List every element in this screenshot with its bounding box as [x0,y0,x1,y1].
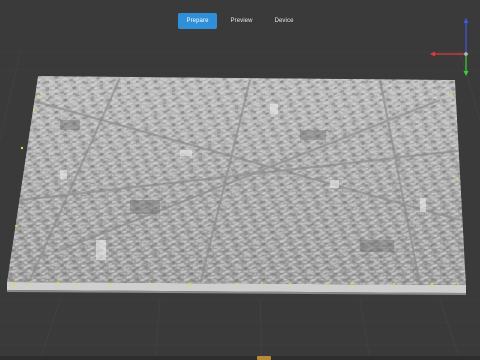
tab-prepare[interactable]: Prepare [178,13,217,29]
tab-device[interactable]: Device [267,13,302,29]
x-axis-arrow [430,51,435,57]
bottom-panel-handle[interactable] [257,356,271,360]
3d-viewport[interactable] [0,0,480,360]
axis-gizmo[interactable] [420,14,476,80]
gizmo-origin [464,52,468,56]
city-terrain-model [7,76,466,285]
tab-preview[interactable]: Preview [223,13,261,29]
mode-tabs: Prepare Preview Device [0,13,480,29]
z-axis-arrow [463,18,469,23]
y-axis-arrow [463,71,469,76]
